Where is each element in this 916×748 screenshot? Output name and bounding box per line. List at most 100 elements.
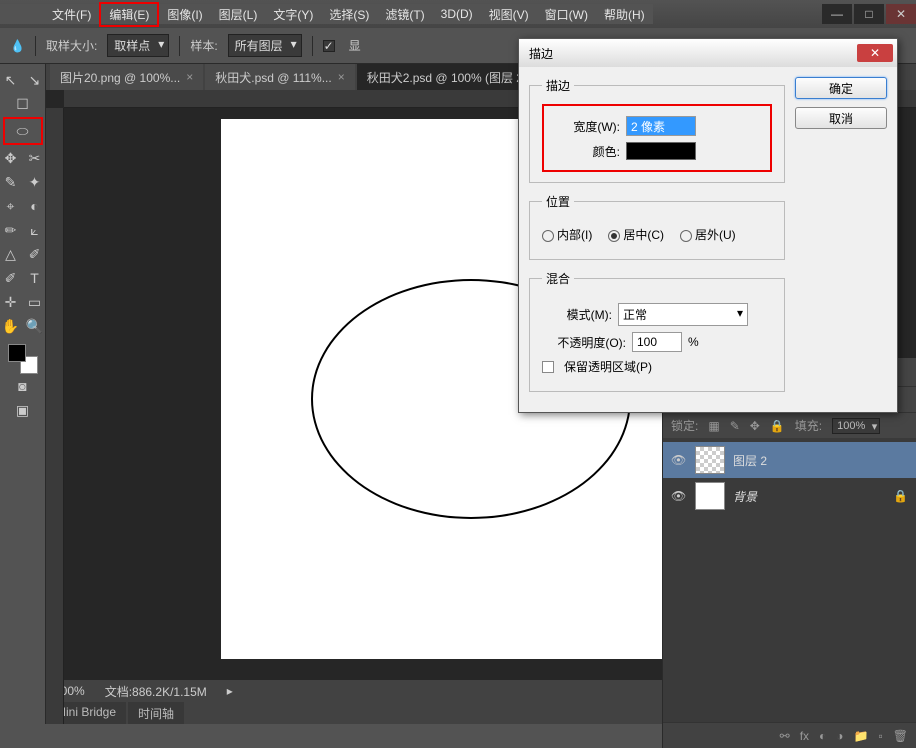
mode-label: 模式(M): — [542, 306, 612, 323]
blend-group: 混合 模式(M): 正常 不透明度(O): % 保留透明区域(P) — [529, 270, 785, 392]
tool-pen[interactable]: ✐ — [0, 267, 22, 289]
tool-marquee[interactable]: ☐ — [12, 93, 34, 115]
tool-eyedropper[interactable]: ✎ — [0, 171, 22, 193]
visibility-icon[interactable]: 👁 — [671, 489, 687, 503]
menu-filter[interactable]: 滤镜(T) — [377, 4, 432, 25]
tab-close-icon[interactable]: × — [338, 70, 345, 84]
menu-layer[interactable]: 图层(L) — [211, 4, 266, 25]
dlg-opacity-label: 不透明度(O): — [542, 334, 626, 351]
menu-edit[interactable]: 编辑(E) — [99, 2, 159, 27]
stroke-group: 描边 宽度(W): 颜色: — [529, 77, 785, 183]
lock-label: 锁定: — [671, 417, 698, 434]
layer-name[interactable]: 背景 — [733, 488, 757, 505]
preserve-label: 保留透明区域(P) — [564, 358, 652, 375]
layer-thumb[interactable] — [695, 446, 725, 474]
layer-item[interactable]: 👁 图层 2 — [663, 442, 916, 478]
trash-icon[interactable]: 🗑 — [893, 729, 908, 743]
lock-all-icon[interactable]: 🔒 — [770, 419, 785, 433]
menu-bar: 文件(F) 编辑(E) 图像(I) 图层(L) 文字(Y) 选择(S) 滤镜(T… — [0, 4, 653, 24]
tool-stamp[interactable]: ◐ — [24, 195, 46, 217]
adjust-icon[interactable]: ◑ — [836, 729, 843, 743]
ok-button[interactable]: 确定 — [795, 77, 887, 99]
show-checkbox[interactable]: ✓ — [323, 40, 335, 52]
folder-icon[interactable]: 📁 — [854, 729, 869, 743]
tool-blur[interactable]: ✐ — [24, 243, 46, 265]
mode-dropdown[interactable]: 正常 — [618, 303, 748, 326]
radio-outside[interactable] — [680, 230, 692, 242]
eyedropper-icon[interactable]: 💧 — [10, 39, 25, 53]
menu-3d[interactable]: 3D(D) — [433, 5, 481, 23]
minimize-button[interactable]: — — [822, 4, 852, 24]
tool-artboard[interactable]: ↘ — [24, 69, 46, 91]
cancel-button[interactable]: 取消 — [795, 107, 887, 129]
tool-quickmask[interactable]: ◙ — [12, 375, 34, 397]
tool-type[interactable]: T — [24, 267, 46, 289]
position-group: 位置 内部(I) 居中(C) 居外(U) — [529, 193, 785, 260]
dialog-close-button[interactable]: ✕ — [857, 44, 893, 62]
mask-icon[interactable]: ◐ — [819, 729, 826, 743]
radio-inside[interactable] — [542, 230, 554, 242]
tab-close-icon[interactable]: × — [186, 70, 193, 84]
link-icon[interactable]: ⚯ — [780, 729, 790, 743]
menu-help[interactable]: 帮助(H) — [596, 4, 653, 25]
tab-1[interactable]: 秋田犬.psd @ 111%...× — [205, 64, 354, 90]
dlg-opacity-input[interactable] — [632, 332, 682, 352]
tool-heal[interactable]: ✦ — [24, 171, 46, 193]
status-arrow-icon[interactable]: ▸ — [227, 684, 233, 698]
fg-color[interactable] — [8, 344, 26, 362]
menu-image[interactable]: 图像(I) — [159, 4, 210, 25]
tool-history[interactable]: ✏ — [0, 219, 22, 241]
tool-path[interactable]: ✛ — [0, 291, 22, 313]
dialog-titlebar[interactable]: 描边 ✕ — [519, 39, 897, 67]
tool-lasso[interactable]: ✥ — [0, 147, 22, 169]
menu-type[interactable]: 文字(Y) — [265, 4, 321, 25]
tool-crop[interactable]: ✂ — [24, 147, 46, 169]
menu-select[interactable]: 选择(S) — [321, 4, 377, 25]
width-input[interactable] — [626, 116, 696, 136]
tool-brush[interactable]: ⌖ — [0, 195, 22, 217]
blend-legend: 混合 — [542, 270, 574, 287]
tool-zoom[interactable]: 🔍 — [24, 315, 46, 337]
layer-name[interactable]: 图层 2 — [733, 452, 767, 469]
visibility-icon[interactable]: 👁 — [671, 453, 687, 467]
window-buttons: — □ ✕ — [820, 4, 916, 24]
layer-item[interactable]: 👁 背景 🔒 — [663, 478, 916, 514]
tool-screenmode[interactable]: ▣ — [12, 399, 34, 421]
tool-ellipse-marquee[interactable]: ⬭ — [3, 117, 43, 145]
stroke-dialog: 描边 ✕ 描边 宽度(W): 颜色: 位置 — [518, 38, 898, 413]
maximize-button[interactable]: □ — [854, 4, 884, 24]
sample-dropdown[interactable]: 所有图层 — [228, 34, 302, 57]
fill-dropdown[interactable]: 100% — [832, 418, 880, 434]
menu-window[interactable]: 窗口(W) — [537, 4, 596, 25]
radio-center[interactable] — [608, 230, 620, 242]
sample-label: 样本: — [190, 37, 217, 54]
tab-2[interactable]: 秋田犬2.psd @ 100% (图层 2 — [357, 64, 533, 90]
lock-trans-icon[interactable]: ▦ — [708, 419, 719, 433]
color-swatch[interactable] — [626, 142, 696, 160]
layer-thumb[interactable] — [695, 482, 725, 510]
tool-eraser[interactable]: ⟀ — [24, 219, 46, 241]
color-swatch[interactable] — [8, 344, 38, 374]
tool-hand[interactable]: ✋ — [0, 315, 22, 337]
new-layer-icon[interactable]: ▫ — [879, 729, 883, 743]
layer-lock-row: 锁定: ▦ ✎ ✥ 🔒 填充: 100% — [663, 412, 916, 438]
lock-paint-icon[interactable]: ✎ — [730, 419, 740, 433]
highlighted-fields: 宽度(W): 颜色: — [542, 104, 772, 172]
close-button[interactable]: ✕ — [886, 4, 916, 24]
lock-move-icon[interactable]: ✥ — [750, 419, 760, 433]
fx-icon[interactable]: fx — [800, 729, 809, 743]
opacity-unit: % — [688, 335, 699, 349]
preserve-checkbox[interactable] — [542, 361, 554, 373]
show-label: 显 — [349, 37, 361, 54]
width-label: 宽度(W): — [550, 118, 620, 135]
menu-view[interactable]: 视图(V) — [481, 4, 537, 25]
lock-icon: 🔒 — [893, 489, 908, 503]
sample-size-dropdown[interactable]: 取样点 — [107, 34, 169, 57]
tool-move[interactable]: ↖ — [0, 69, 22, 91]
tab-timeline[interactable]: 时间轴 — [128, 702, 184, 724]
menu-file[interactable]: 文件(F) — [44, 4, 99, 25]
tab-0[interactable]: 图片20.png @ 100%...× — [50, 64, 203, 90]
tool-gradient[interactable]: △ — [0, 243, 22, 265]
tool-shape[interactable]: ▭ — [24, 291, 46, 313]
color-label: 颜色: — [550, 143, 620, 160]
